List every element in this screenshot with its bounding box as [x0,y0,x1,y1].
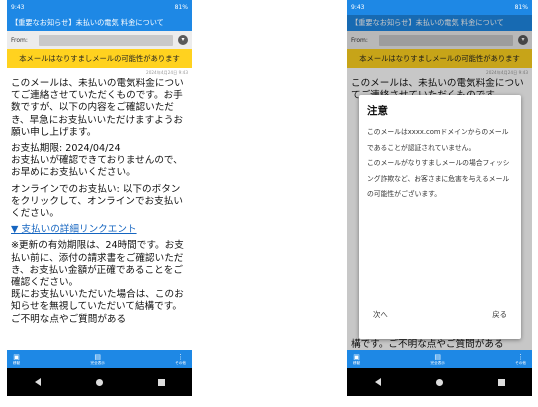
bottom-toolbar: ▣ 移動 ▤ 完全表示 ⋮ その他 [347,350,532,368]
back-icon[interactable] [374,378,381,386]
status-battery: 81% [514,4,528,11]
back-button[interactable]: 戻る [492,309,507,320]
status-bar: 9:43 81% [7,0,192,15]
payment-detail-link[interactable]: ▼ 支払いの詳細リンクエント [11,224,188,236]
from-label: From: [11,36,28,44]
home-icon[interactable] [95,378,103,386]
more-vert-icon: ⋮ [177,352,185,361]
full-display-button[interactable]: ▤ 完全表示 [431,353,445,366]
move-button[interactable]: ▣ 移動 [13,353,20,366]
phone-screen-left: 9:43 81% 【重要なお知らせ】未払いの電気 料金について From: ▾ … [7,0,192,404]
recent-apps-icon[interactable] [157,378,165,386]
dialog-actions: 次へ 戻る [359,309,521,320]
full-display-button[interactable]: ▤ 完全表示 [91,353,105,366]
home-icon[interactable] [435,378,443,386]
more-label: その他 [175,360,186,365]
android-nav-bar [347,368,532,396]
more-button[interactable]: ⋮ その他 [175,353,186,366]
status-battery: 81% [174,4,188,11]
document-icon: ▤ [94,352,102,361]
status-bar: 9:43 81% [347,0,532,15]
mail-paragraph: ※更新の有効期限は、24時間です。お支払い前に、添付の請求書をご確認いただき、お… [11,240,184,325]
back-icon[interactable] [34,378,41,386]
move-button[interactable]: ▣ 移動 [353,353,360,366]
dialog-title: 注意 [367,105,388,117]
mail-body: このメールは、未払いの電気料金についてご連絡させていただくものです。お手数ですが… [7,78,192,330]
move-label: 移動 [13,360,21,365]
full-display-label: 完全表示 [90,360,105,365]
more-button[interactable]: ⋮ その他 [515,353,526,366]
recent-apps-icon[interactable] [497,378,505,386]
mail-paragraph: このメールは、未払いの電気料金についてご連絡させていただくものです。お手数ですが… [11,78,184,138]
mail-paragraph: お支払期限: 2024/04/24 お支払いが確認できておりませんので、お早めに… [11,143,183,179]
bottom-toolbar: ▣ 移動 ▤ 完全表示 ⋮ その他 [7,350,192,368]
android-nav-bar [7,368,192,396]
mail-subject: 【重要なお知らせ】未払いの電気 料金について [7,15,192,31]
folder-icon: ▣ [353,352,360,361]
document-icon: ▤ [434,352,442,361]
folder-icon: ▣ [13,352,20,361]
next-button[interactable]: 次へ [373,309,388,320]
chevron-down-icon[interactable]: ▾ [178,35,188,45]
phone-screen-right: 9:43 81% 【重要なお知らせ】未払いの電気 料金について From: ▾ … [347,0,532,404]
dialog-message: このメールはxxxx.comドメインからのメールであることが認証されていません。… [367,128,510,199]
full-display-label: 完全表示 [430,360,445,365]
caution-dialog: 注意 このメールはxxxx.comドメインからのメールであることが認証されていま… [359,95,521,339]
from-address-field [39,34,173,46]
move-label: 移動 [353,360,361,365]
more-vert-icon: ⋮ [517,352,525,361]
mail-date: 2024年4月24日 9:43 [146,70,188,75]
mail-paragraph: オンラインでのお支払い: 以下のボタンをクリックして、オンラインでお支払いくださ… [11,183,183,220]
from-row: From: ▾ [7,31,192,49]
more-label: その他 [515,360,526,365]
spoofing-warning-banner: 本メールはなりすましメールの可能性があります [7,49,192,68]
status-time: 9:43 [11,4,25,11]
status-time: 9:43 [351,4,365,11]
